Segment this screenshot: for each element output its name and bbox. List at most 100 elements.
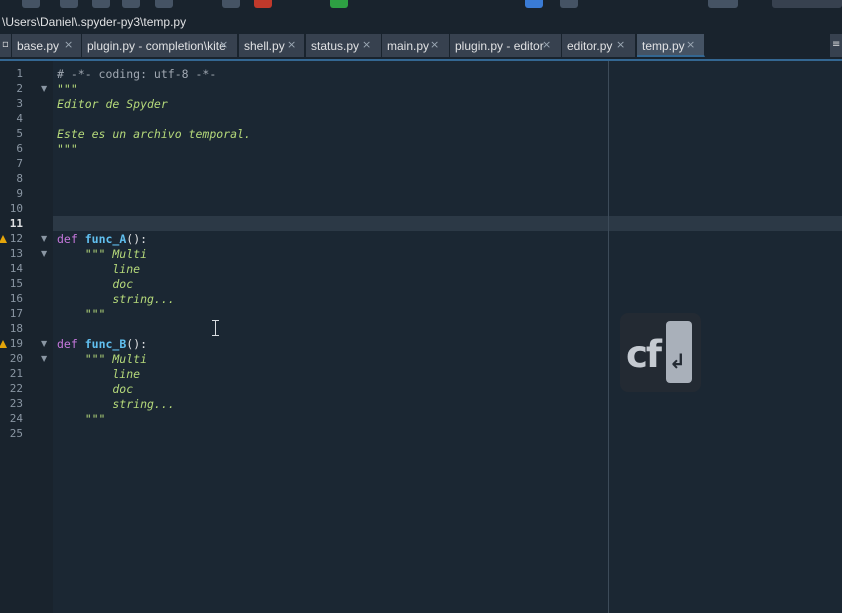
code-line: # -*- coding: utf-8 -*- (57, 67, 216, 81)
file-path-bar: \Users\Daniel\.spyder-py3\temp.py (0, 12, 842, 32)
fold-arrow-icon[interactable]: ▼ (41, 354, 47, 363)
code-token: def (57, 232, 78, 246)
line-number: 10 (9, 202, 23, 215)
toolbar-button[interactable] (22, 0, 40, 8)
tab-label: plugin.py - editor (455, 39, 544, 53)
logo-text: cf (626, 333, 662, 376)
line-number: 14 (9, 262, 23, 275)
code-line: """ (57, 82, 78, 96)
tab-label: main.py (387, 39, 430, 53)
line-number: 4 (16, 112, 23, 125)
line-number: 25 (9, 427, 23, 440)
code-token: """ (57, 412, 106, 426)
tab-scroll-left-button[interactable]: ▫ (0, 34, 11, 57)
main-toolbar (0, 0, 842, 10)
line-number: 13 (9, 247, 23, 260)
code-line: """ (57, 307, 106, 321)
line-number: 24 (9, 412, 23, 425)
toolbar-button[interactable] (60, 0, 78, 8)
close-icon[interactable]: × (362, 38, 371, 51)
fold-arrow-icon[interactable]: ▼ (41, 84, 47, 93)
close-icon[interactable]: × (219, 38, 228, 51)
enter-key-icon: ↲ (666, 321, 692, 383)
toolbar-button[interactable] (330, 0, 348, 8)
tab-label: editor.py (567, 39, 613, 53)
tab-label: temp.py (642, 39, 685, 53)
return-arrow-icon: ↲ (669, 349, 686, 373)
tab-options-button[interactable]: ≡ (830, 34, 842, 57)
line-number: 1 (16, 67, 23, 80)
line-number: 9 (16, 187, 23, 200)
code-token: Editor de Spyder (57, 97, 168, 111)
code-line: def func_B(): (57, 337, 147, 351)
code-line: Este es un archivo temporal. (57, 127, 251, 141)
toolbar-button[interactable] (525, 0, 543, 8)
line-number: 16 (9, 292, 23, 305)
editor-tab[interactable]: editor.py × (562, 34, 636, 57)
file-path-label: \Users\Daniel\.spyder-py3\temp.py (2, 15, 187, 29)
editor-tab[interactable]: plugin.py - editor × (450, 34, 562, 57)
line-number: 15 (9, 277, 23, 290)
close-icon[interactable]: × (430, 38, 439, 51)
line-number: 20 (9, 352, 23, 365)
code-token: line (57, 367, 141, 381)
code-line: line (57, 262, 140, 276)
code-line: doc (57, 277, 133, 291)
toolbar-button[interactable] (122, 0, 140, 8)
toolbar-button[interactable] (708, 0, 738, 8)
editor-tab-bar: ▫ base.py × plugin.py - completion\kite × sh… (0, 33, 842, 58)
toolbar-button[interactable] (222, 0, 240, 8)
line-number: 17 (9, 307, 23, 320)
close-icon[interactable]: × (542, 38, 551, 51)
toolbar-button[interactable] (254, 0, 272, 8)
code-token: (): (126, 337, 148, 351)
code-token: """ (57, 82, 78, 96)
editor-tab[interactable]: main.py × (382, 34, 450, 57)
code-token: func_A (84, 232, 127, 246)
toolbar-button[interactable] (155, 0, 173, 8)
code-token: # -*- coding: utf-8 -*- (57, 67, 217, 81)
code-editor[interactable]: # -*- coding: utf-8 -*- """ Editor de Spyd… (53, 61, 842, 613)
close-icon[interactable]: × (287, 38, 296, 51)
code-token: def (57, 337, 78, 351)
line-number: 18 (9, 322, 23, 335)
code-line: Editor de Spyder (57, 97, 168, 111)
line-number: 2 (16, 82, 23, 95)
line-number: 7 (16, 157, 23, 170)
toolbar-search-box[interactable] (772, 0, 842, 8)
editor-tab[interactable]: plugin.py - completion\kite × (82, 34, 238, 57)
code-line: """ (57, 142, 78, 156)
fold-arrow-icon[interactable]: ▼ (41, 234, 47, 243)
tab-label: status.py (311, 39, 360, 53)
editor-tab[interactable]: shell.py × (239, 34, 305, 57)
line-number: 8 (16, 172, 23, 185)
code-line: """ Multi (57, 352, 147, 366)
code-token: """ (57, 307, 106, 321)
close-icon[interactable]: × (64, 38, 73, 51)
toolbar-button[interactable] (92, 0, 110, 8)
editor-tab[interactable]: temp.py × (637, 34, 705, 57)
code-line: string... (57, 292, 174, 306)
code-line: line (57, 367, 140, 381)
current-line-highlight (53, 216, 842, 231)
code-token: doc (57, 382, 134, 396)
tab-scroll-left-icon: ▫ (2, 39, 9, 50)
line-number-gutter: 1 2 ▼ 3 4 5 6 7 8 9 10 11 12 ▼ 13 ▼ 14 15 16 17 18 19 ▼ 20 ▼ 21 22… (0, 61, 53, 613)
close-icon[interactable]: × (616, 38, 625, 51)
code-token: doc (57, 277, 134, 291)
warning-icon[interactable] (0, 340, 7, 348)
fold-arrow-icon[interactable]: ▼ (41, 249, 47, 258)
editor-tab[interactable]: base.py × (12, 34, 82, 57)
tab-label: shell.py (244, 39, 285, 53)
code-line: def func_A(): (57, 232, 147, 246)
toolbar-button[interactable] (560, 0, 578, 8)
editor-tab[interactable]: status.py × (306, 34, 382, 57)
code-line: """ (57, 412, 106, 426)
line-number: 3 (16, 97, 23, 110)
close-icon[interactable]: × (686, 38, 695, 51)
line-number: 21 (9, 367, 23, 380)
fold-arrow-icon[interactable]: ▼ (41, 339, 47, 348)
code-token: """ Multi (57, 352, 148, 366)
warning-icon[interactable] (0, 235, 7, 243)
line-number: 6 (16, 142, 23, 155)
